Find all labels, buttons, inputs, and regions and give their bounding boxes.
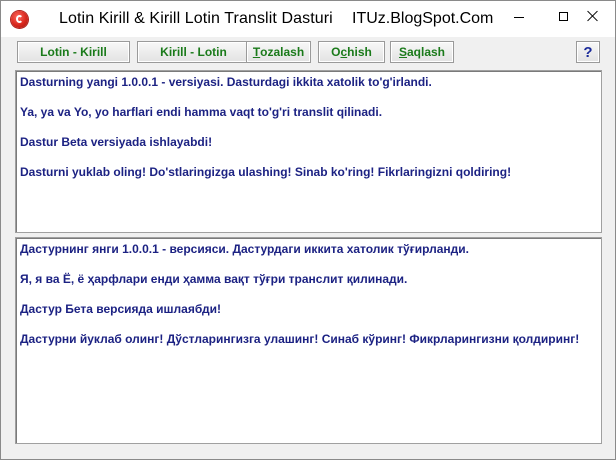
cyrillic-line-4: Дастурни йуклаб олинг! Дўстларингизга ул… xyxy=(20,332,580,346)
clear-label: ozalash xyxy=(260,45,305,59)
cyrillic-line-1: Дастурнинг янги 1.0.0.1 - версияси. Даст… xyxy=(20,242,469,256)
latin-line-1: Dasturning yangi 1.0.0.1 - versiyasi. Da… xyxy=(20,75,432,89)
maximize-icon xyxy=(559,11,568,21)
open-accel: c xyxy=(340,45,348,59)
app-window: Lotin Kirill & Kirill Lotin Translit Das… xyxy=(0,0,616,460)
help-button[interactable]: ? xyxy=(576,41,600,63)
open-label-start: O xyxy=(331,45,341,59)
close-icon xyxy=(587,10,599,22)
save-label: aqlash xyxy=(407,45,446,59)
cyrillic-line-3: Дастур Бета версияда ишлаябди! xyxy=(20,302,221,316)
minimize-button[interactable] xyxy=(496,1,541,31)
cyrillic-text-area[interactable]: Дастурнинг янги 1.0.0.1 - версияси. Даст… xyxy=(15,237,602,444)
open-button[interactable]: Oc hish xyxy=(318,41,385,63)
close-button[interactable] xyxy=(570,1,615,31)
clear-button[interactable]: Tozalash xyxy=(246,41,311,63)
latin-to-cyrillic-button[interactable]: Lotin - Kirill xyxy=(17,41,130,63)
help-label: ? xyxy=(583,43,593,61)
latin-to-cyrillic-label: Lotin - Kirill xyxy=(40,45,107,59)
latin-line-3: Dastur Beta versiyada ishlayabdi! xyxy=(20,135,213,149)
save-button[interactable]: Saqlash xyxy=(390,41,454,63)
latin-line-4: Dasturni yuklab oling! Do'stlaringizga u… xyxy=(20,165,512,179)
clear-accel: T xyxy=(252,45,261,59)
cyrillic-to-latin-label: Kirill - Lotin xyxy=(160,45,227,59)
open-label: hish xyxy=(347,45,372,59)
title-bar[interactable]: Lotin Kirill & Kirill Lotin Translit Das… xyxy=(1,1,615,37)
app-logo-icon[interactable] xyxy=(11,11,28,28)
window-site-label: ITUz.BlogSpot.Com xyxy=(352,10,494,27)
minimize-icon xyxy=(513,16,524,18)
cyrillic-line-2: Я, я ва Ё, ё ҳарфлари енди ҳамма вақт тў… xyxy=(20,272,408,286)
cyrillic-to-latin-button[interactable]: Kirill - Lotin xyxy=(137,41,250,63)
toolbar: Lotin - Kirill Kirill - Lotin Tozalash O… xyxy=(13,39,603,65)
save-accel: S xyxy=(398,45,407,59)
latin-text-area[interactable]: Dasturning yangi 1.0.0.1 - versiyasi. Da… xyxy=(15,70,602,233)
latin-line-2: Ya, ya va Yo, yo harflari endi hamma vaq… xyxy=(20,105,383,119)
window-title: Lotin Kirill & Kirill Lotin Translit Das… xyxy=(59,10,333,27)
